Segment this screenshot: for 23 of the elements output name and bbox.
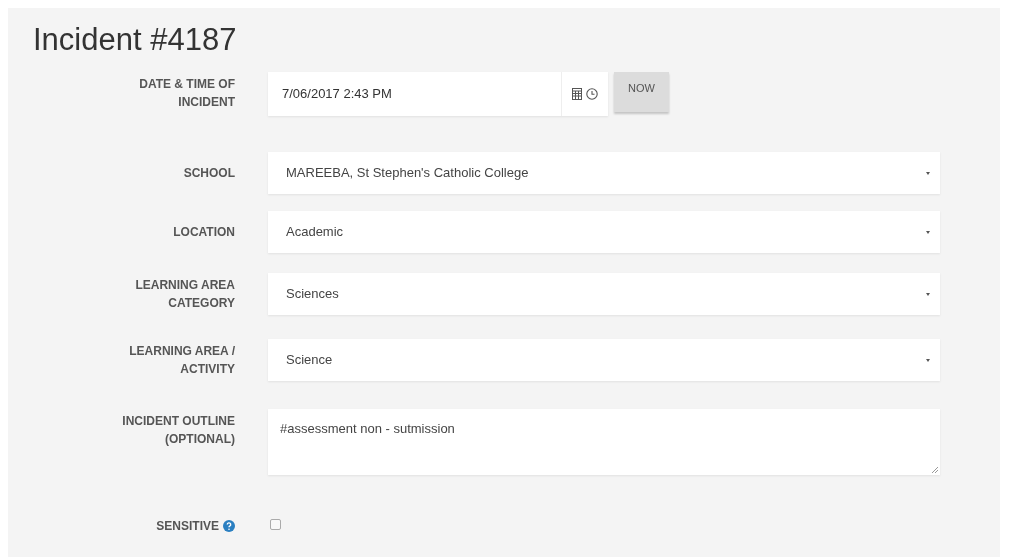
outline-text-area[interactable]: #assessment non - sutmission (268, 409, 940, 475)
select-field[interactable]: Science (268, 339, 940, 381)
now-button[interactable]: NOW (614, 72, 669, 112)
field-label: INCIDENT OUTLINE (OPTIONAL) (121, 413, 235, 448)
clock-icon[interactable] (586, 88, 598, 100)
sensitive-checkbox[interactable] (270, 519, 281, 530)
select-field[interactable]: MAREEBA, St Stephen's Catholic College (268, 152, 940, 194)
select-field[interactable]: Sciences (268, 273, 940, 315)
field-label: SENSITIVE (156, 518, 219, 535)
field-label: LEARNING AREA CATEGORY (134, 277, 235, 312)
caret-icon (926, 230, 930, 234)
page-title: Incident #4187 (33, 21, 237, 59)
field-label: DATE & TIME OF INCIDENT (138, 76, 235, 111)
resize-handle-icon[interactable] (932, 467, 938, 473)
field-label: SCHOOL (183, 165, 235, 182)
caret-icon (926, 292, 930, 296)
caret-icon (926, 358, 930, 362)
select-field[interactable]: Academic (268, 211, 940, 253)
field-label: LEARNING AREA / ACTIVITY (128, 343, 235, 378)
caret-icon (926, 171, 930, 175)
help-icon[interactable] (223, 520, 235, 532)
calendar-icon[interactable] (572, 88, 582, 100)
field-label: LOCATION (173, 224, 235, 241)
